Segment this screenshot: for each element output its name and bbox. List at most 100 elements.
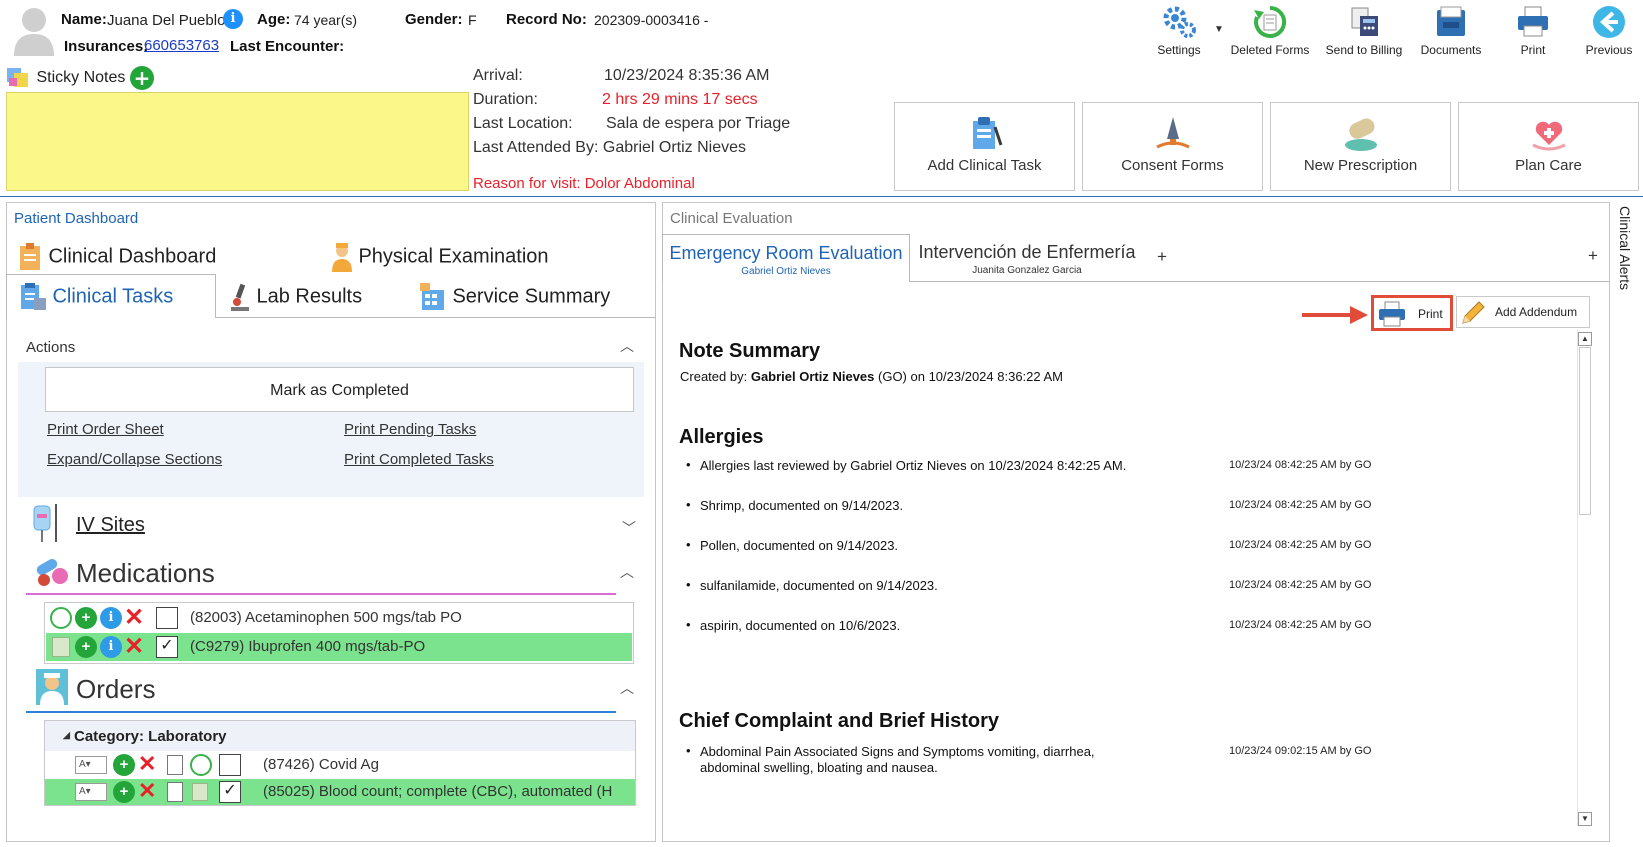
right-tabs-underline — [910, 281, 1610, 282]
chief-complaint-line-2: abdominal swelling, bloating and nausea. — [700, 760, 938, 775]
tab-lab-results-label: Lab Results — [256, 285, 363, 308]
insurances-link[interactable]: 660653763 — [144, 37, 219, 54]
print-note-button[interactable]: Print — [1371, 295, 1453, 331]
print-pending-tasks-link[interactable]: Print Pending Tasks — [344, 421, 476, 438]
header-divider — [0, 196, 1643, 197]
iv-sites-chevron-down-icon[interactable]: ﹀ — [622, 518, 636, 538]
table-row[interactable]: A▾ + ✕ ✓ (85025) Blood count; complete (… — [45, 779, 635, 805]
order-checkbox[interactable]: ✓ — [219, 781, 241, 803]
pill-icon — [1344, 118, 1377, 151]
iv-sites-title[interactable]: IV Sites — [76, 514, 145, 537]
bullet-icon: • — [686, 497, 691, 512]
add-icon[interactable]: + — [75, 636, 97, 658]
tab-physical-examination[interactable]: Physical Examination — [330, 242, 549, 272]
delete-icon[interactable]: ✕ — [124, 633, 144, 661]
add-clinical-task-button[interactable]: Add Clinical Task — [894, 102, 1075, 191]
microscope-icon — [231, 283, 249, 311]
chief-complaint-stamp: 10/23/24 09:02:15 AM by GO — [1229, 745, 1372, 757]
info-icon[interactable]: i — [100, 636, 122, 658]
orders-rule — [26, 711, 616, 713]
delete-icon[interactable]: ✕ — [138, 779, 156, 804]
actions-header[interactable] — [18, 332, 644, 362]
table-row[interactable]: A▾ + ✕ (87426) Covid Ag — [45, 752, 635, 778]
sticky-notes-area[interactable] — [6, 92, 469, 191]
medications-chevron-up-icon[interactable]: ︿ — [620, 562, 634, 582]
chief-complaint-heading: Chief Complaint and Brief History — [679, 710, 1000, 732]
scrollbar-thumb[interactable] — [1579, 347, 1591, 515]
category-group-row[interactable]: ◢ Category: Laboratory — [45, 721, 635, 751]
allergy-item: Pollen, documented on 9/14/2023. — [700, 538, 899, 553]
category-label: Category: Laboratory — [74, 728, 227, 745]
status-dropdown[interactable]: A▾ — [75, 783, 107, 801]
send-to-billing-button[interactable]: Send to Billing — [1318, 4, 1410, 60]
delete-icon[interactable]: ✕ — [138, 752, 156, 777]
medications-pills-icon — [36, 559, 68, 586]
print-order-sheet-link[interactable]: Print Order Sheet — [47, 421, 164, 438]
info-icon[interactable]: i — [223, 9, 243, 29]
tab-lab-results[interactable]: Lab Results — [228, 282, 362, 312]
tab-clinical-tasks[interactable]: Clinical Tasks — [18, 282, 173, 312]
add-icon[interactable]: + — [113, 754, 135, 776]
delete-icon[interactable]: ✕ — [124, 604, 144, 632]
patient-name: Juana Del Pueblo — [107, 12, 226, 29]
previous-button[interactable]: Previous — [1580, 4, 1638, 60]
tab-intervencion-enfermeria-label: Intervención de Enfermería — [918, 242, 1136, 262]
print-completed-tasks-link[interactable]: Print Completed Tasks — [344, 451, 494, 468]
scroll-down-icon[interactable]: ▼ — [1578, 812, 1592, 826]
documents-button[interactable]: Documents — [1414, 4, 1488, 60]
collapse-triangle-icon[interactable]: ◢ — [63, 730, 70, 741]
consent-forms-button[interactable]: Consent Forms — [1082, 102, 1263, 191]
plan-care-button[interactable]: Plan Care — [1458, 102, 1639, 191]
allergies-heading: Allergies — [679, 426, 764, 448]
add-icon[interactable]: + — [75, 607, 97, 629]
tab-intervencion-enfermeria[interactable]: Intervención de Enfermería Juanita Gonza… — [912, 242, 1142, 276]
refill-icon[interactable] — [50, 607, 72, 629]
task-checkbox[interactable] — [156, 607, 178, 629]
print-toolbar-button[interactable]: Print — [1510, 4, 1556, 60]
list-item[interactable]: + i ✕ (82003) Acetaminophen 500 mgs/tab … — [46, 604, 632, 632]
note-summary-heading: Note Summary — [679, 340, 821, 362]
add-document-icon[interactable] — [167, 782, 183, 802]
tab-service-summary[interactable]: Service Summary — [418, 282, 610, 312]
reason-for-visit: Reason for visit: Dolor Abdominal — [473, 175, 695, 192]
info-icon[interactable]: i — [100, 607, 122, 629]
gear-icon — [1163, 6, 1196, 38]
patient-gender: F — [468, 12, 477, 28]
age-label: Age: — [257, 11, 291, 28]
tab-clinical-tasks-label: Clinical Tasks — [52, 285, 174, 308]
mark-as-completed-button[interactable]: Mark as Completed — [45, 367, 634, 412]
add-document-icon[interactable] — [167, 755, 183, 775]
tab-clinical-dashboard[interactable]: Clinical Dashboard — [18, 242, 216, 272]
note-icon[interactable] — [192, 783, 208, 801]
add-addendum-button[interactable]: Add Addendum — [1456, 296, 1590, 328]
created-by-name: Gabriel Ortiz Nieves — [750, 369, 875, 384]
clinical-tasks-icon — [21, 283, 46, 310]
order-checkbox[interactable] — [219, 754, 241, 776]
note-icon[interactable] — [52, 637, 70, 657]
arrival-value: 10/23/2024 8:35:36 AM — [604, 67, 770, 84]
orders-chevron-up-icon[interactable]: ︿ — [620, 678, 634, 698]
new-prescription-button[interactable]: New Prescription — [1270, 102, 1451, 191]
add-addendum-label: Add Addendum — [1495, 305, 1578, 319]
deleted-forms-button[interactable]: Deleted Forms — [1228, 4, 1312, 60]
add-sticky-note-button[interactable]: + — [130, 66, 154, 90]
add-tab-far-button[interactable]: + — [1588, 246, 1598, 266]
settings-button[interactable]: Settings — [1148, 4, 1210, 60]
list-item[interactable]: + i ✕ ✓ (C9279) Ibuprofen 400 mgs/tab-PO — [46, 633, 632, 661]
deleted-forms-label: Deleted Forms — [1230, 43, 1310, 57]
print-toolbar-label: Print — [1520, 43, 1546, 57]
refill-icon[interactable] — [190, 754, 212, 776]
status-dropdown[interactable]: A▾ — [75, 756, 107, 774]
settings-chevron-down-icon[interactable]: ▼ — [1214, 24, 1224, 35]
documents-icon — [1437, 6, 1465, 36]
add-icon[interactable]: + — [113, 781, 135, 803]
scroll-up-icon[interactable]: ▲ — [1578, 332, 1592, 346]
pencil-icon — [1462, 301, 1485, 324]
expand-collapse-link[interactable]: Expand/Collapse Sections — [47, 451, 222, 468]
add-tab-button[interactable]: + — [1157, 247, 1167, 267]
actions-chevron-up-icon[interactable]: ︿ — [620, 336, 634, 356]
billing-icon — [1351, 7, 1378, 36]
tab-emergency-room-evaluation[interactable]: Emergency Room Evaluation Gabriel Ortiz … — [662, 234, 910, 282]
task-checkbox[interactable]: ✓ — [156, 636, 178, 658]
last-location-label: Last Location: — [473, 115, 573, 132]
